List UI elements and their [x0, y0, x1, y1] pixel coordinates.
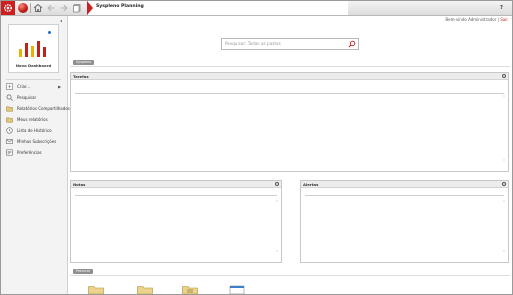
- folder-icon[interactable]: [182, 285, 198, 294]
- welcome-text: Bem-vindo Administrador: [445, 17, 497, 22]
- folder-icon[interactable]: [88, 285, 104, 294]
- tab-accent-icon: [87, 1, 93, 15]
- sidebar-item-shared-reports[interactable]: Relatórios Compartilhados: [5, 104, 70, 113]
- sidebar-item-my-reports[interactable]: Meus relatórios: [5, 115, 63, 124]
- panel-divider: [75, 195, 277, 196]
- sidebar-divider: [6, 79, 61, 80]
- sidebar-item-history[interactable]: Lista de Histórico: [5, 126, 63, 135]
- section-divider: [70, 66, 510, 67]
- scroll-up-icon[interactable]: ˄: [503, 200, 505, 205]
- tab-title: Syspleno Planning: [96, 4, 144, 9]
- panel-tasks: Tarefas ˄ ˅: [70, 72, 509, 172]
- section-label-browse: Procurar: [73, 269, 94, 274]
- scroll-down-icon[interactable]: ˅: [503, 159, 505, 164]
- new-badge-icon: [48, 31, 51, 34]
- section-divider: [70, 275, 510, 276]
- dashboard-chart-icon: [19, 41, 46, 57]
- logout-link[interactable]: Sair: [500, 17, 508, 22]
- folder-icon[interactable]: [137, 285, 153, 294]
- collapse-sidebar-button[interactable]: ◂: [60, 18, 62, 23]
- search-icon: [6, 94, 13, 101]
- sidebar-item-label: Meus relatórios: [17, 117, 48, 122]
- home-icon[interactable]: [33, 3, 43, 13]
- panel-divider: [305, 195, 504, 196]
- panel-divider: [75, 93, 504, 94]
- subscriptions-icon: [6, 139, 13, 144]
- history-icon: [6, 127, 13, 134]
- scroll-down-icon[interactable]: ˅: [276, 250, 278, 255]
- shared-reports-icon: [6, 106, 13, 112]
- sidebar-item-label: Pesquisar: [17, 95, 37, 100]
- sidebar-item-subscriptions[interactable]: Minhas Subscrições: [5, 137, 63, 146]
- new-dashboard-card[interactable]: Novo Dashboard: [8, 24, 59, 73]
- panel-title: Tarefas: [73, 74, 89, 79]
- search-input[interactable]: Pesquisar: Todas as pastas: [225, 41, 281, 46]
- forward-icon[interactable]: [59, 3, 69, 13]
- panel-header: Alertas: [301, 181, 508, 188]
- panel-notes: Notas ˄ ˅: [70, 180, 282, 263]
- logo-ball-icon[interactable]: [18, 3, 28, 13]
- documents-icon[interactable]: [72, 3, 82, 13]
- create-icon: [6, 83, 13, 90]
- panel-alerts: Alertas ˄ ˅: [300, 180, 509, 263]
- top-toolbar: Syspleno Planning ?: [1, 1, 512, 16]
- welcome-separator: |: [497, 17, 499, 22]
- sidebar-item-search[interactable]: Pesquisar: [5, 93, 63, 102]
- panel-title: Alertas: [303, 182, 319, 187]
- gear-icon[interactable]: [1, 1, 15, 15]
- app-window: Syspleno Planning ? Bem-vindo Administra…: [0, 0, 513, 295]
- my-reports-icon: [6, 117, 13, 123]
- welcome-bar: Bem-vindo Administrador | Sair: [445, 17, 508, 22]
- panel-options-icon[interactable]: [502, 182, 506, 186]
- panel-options-icon[interactable]: [502, 74, 506, 78]
- sidebar-item-create[interactable]: Criar... ▶: [5, 82, 63, 91]
- scroll-up-icon[interactable]: ˄: [276, 200, 278, 205]
- toolbar-divider: [30, 3, 31, 13]
- section-label-syspleno: Syspleno: [73, 60, 95, 65]
- panel-header: Tarefas: [71, 73, 508, 80]
- search-box[interactable]: Pesquisar: Todas as pastas: [221, 38, 359, 50]
- sidebar-item-preferences[interactable]: Preferências: [5, 148, 63, 157]
- scroll-down-icon[interactable]: ˅: [503, 250, 505, 255]
- preferences-icon: [6, 149, 13, 156]
- submenu-arrow-icon: ▶: [58, 84, 61, 89]
- panel-options-icon[interactable]: [275, 182, 279, 186]
- search-icon[interactable]: [348, 40, 356, 48]
- sidebar-item-label: Relatórios Compartilhados: [17, 106, 70, 111]
- panel-title: Notas: [73, 182, 86, 187]
- scroll-up-icon[interactable]: ˄: [503, 95, 505, 100]
- sidebar-item-label: Criar...: [17, 84, 31, 89]
- panel-header: Notas: [71, 181, 281, 188]
- sidebar-item-label: Preferências: [17, 150, 42, 155]
- back-icon[interactable]: [46, 3, 56, 13]
- help-button[interactable]: ?: [497, 3, 506, 13]
- calendar-icon[interactable]: [229, 285, 245, 294]
- sidebar-item-label: Lista de Histórico: [17, 128, 52, 133]
- new-dashboard-label: Novo Dashboard: [15, 63, 52, 68]
- sidebar-item-label: Minhas Subscrições: [17, 139, 57, 144]
